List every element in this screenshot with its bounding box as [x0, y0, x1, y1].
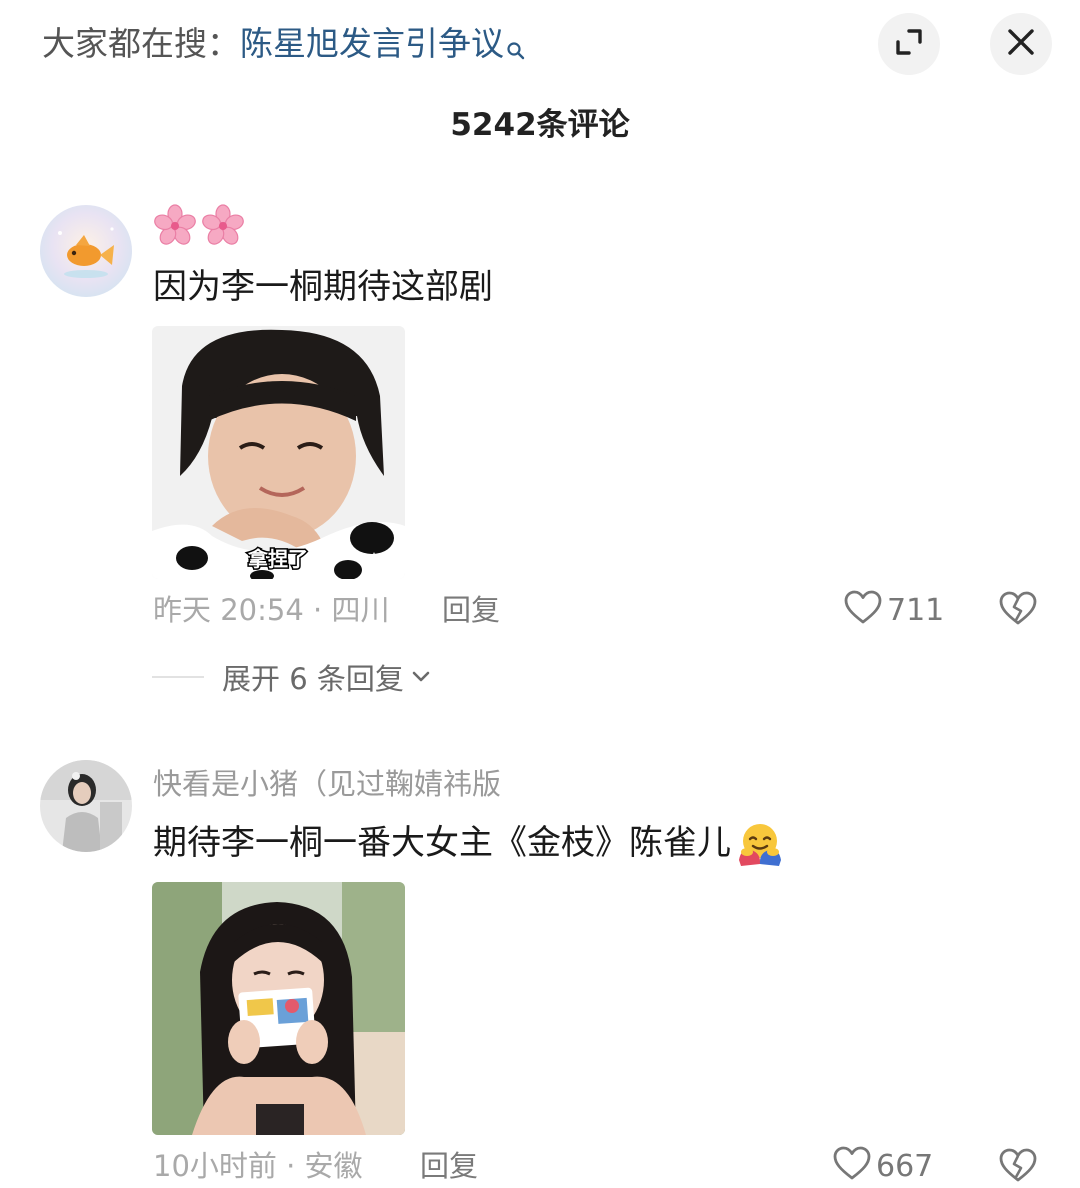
heart-icon — [843, 588, 883, 632]
reply-button[interactable]: 回复 — [420, 1144, 478, 1188]
minimize-button[interactable] — [878, 13, 940, 75]
comment-image[interactable]: 拿捏了 — [152, 326, 405, 579]
username[interactable]: 快看是小猪（见过鞠婧祎版 — [153, 761, 501, 803]
cherry-blossom-icon — [201, 204, 245, 248]
image-caption: 拿捏了 — [247, 547, 308, 571]
comment-text-body: 期待李一桐一番大女主《金枝》陈雀儿 — [153, 823, 731, 863]
comment-image[interactable] — [152, 882, 405, 1135]
search-icon — [506, 26, 526, 74]
like-button[interactable]: 711 — [843, 588, 944, 632]
like-count: 711 — [887, 592, 945, 628]
like-count: 667 — [876, 1148, 934, 1184]
comment-text: 期待李一桐一番大女主《金枝》陈雀儿 — [153, 818, 783, 868]
comment-time-location: 10小时前 · 安徽 — [153, 1149, 363, 1183]
close-button[interactable] — [990, 13, 1052, 75]
username-row[interactable] — [153, 204, 249, 248]
avatar[interactable] — [40, 760, 132, 852]
avatar[interactable] — [40, 205, 132, 297]
minimize-icon — [894, 27, 924, 61]
reply-button[interactable]: 回复 — [442, 588, 500, 632]
chevron-down-icon — [410, 666, 432, 692]
like-button[interactable]: 667 — [832, 1144, 933, 1188]
username-row[interactable]: 快看是小猪（见过鞠婧祎版 — [153, 760, 501, 804]
trending-search[interactable]: 大家都在搜：陈星旭发言引争议 — [42, 20, 526, 74]
trending-search-prefix: 大家都在搜： — [42, 24, 240, 63]
comment-time-location: 昨天 20:54 · 四川 — [153, 593, 390, 627]
dislike-button[interactable] — [998, 589, 1038, 633]
trending-search-term[interactable]: 陈星旭发言引争议 — [240, 24, 504, 63]
expand-replies-label: 展开 6 条回复 — [222, 662, 404, 696]
broken-heart-icon — [998, 1148, 1038, 1188]
dislike-button[interactable] — [998, 1146, 1038, 1188]
comment-text: 因为李一桐期待这部剧 — [153, 267, 493, 307]
hugging-face-icon — [737, 820, 783, 866]
divider-line — [152, 676, 204, 678]
broken-heart-icon — [998, 591, 1038, 633]
comment-count-title: 5242条评论 — [450, 107, 630, 143]
cherry-blossom-icon — [153, 204, 197, 248]
header: 大家都在搜：陈星旭发言引争议 — [0, 0, 1080, 90]
expand-replies[interactable]: 展开 6 条回复 — [152, 656, 432, 698]
close-icon — [1006, 27, 1036, 61]
heart-icon — [832, 1144, 872, 1188]
